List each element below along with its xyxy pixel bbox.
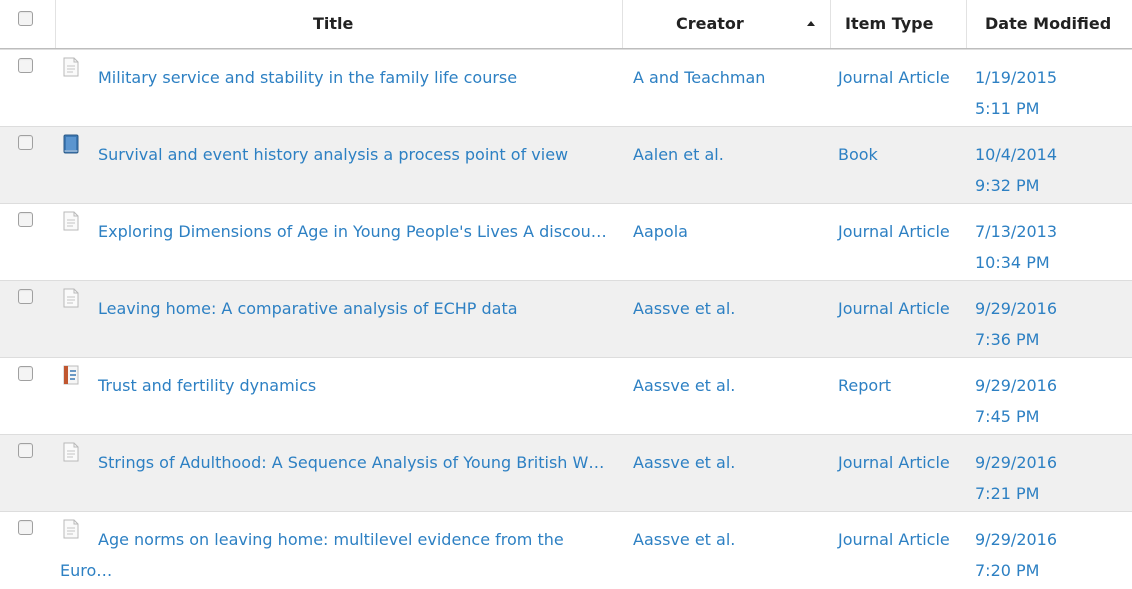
column-divider[interactable] [966,0,967,48]
item-type[interactable]: Journal Article [838,524,958,555]
sort-ascending-icon[interactable] [807,21,815,26]
column-header-date-modified[interactable]: Date Modified [985,0,1111,48]
table-row[interactable]: Trust and fertility dynamics Aassve et a… [0,357,1132,435]
row-checkbox[interactable] [18,366,33,381]
item-date-modified[interactable]: 1/19/2015 5:11 PM [975,62,1125,124]
item-date-modified[interactable]: 9/29/2016 7:36 PM [975,293,1125,355]
table-row[interactable]: Military service and stability in the fa… [0,49,1132,127]
row-checkbox[interactable] [18,443,33,458]
time-value: 7:21 PM [975,484,1040,503]
column-header-item-type[interactable]: Item Type [845,0,933,48]
item-creator[interactable]: Aapola [633,216,828,247]
time-value: 9:32 PM [975,176,1040,195]
item-title[interactable]: Leaving home: A comparative analysis of … [60,293,615,324]
item-title[interactable]: Age norms on leaving home: multilevel ev… [60,524,615,586]
item-type[interactable]: Journal Article [838,293,958,324]
item-type[interactable]: Journal Article [838,62,958,93]
item-date-modified[interactable]: 7/13/2013 10:34 PM [975,216,1125,278]
row-checkbox[interactable] [18,520,33,535]
date-value: 9/29/2016 [975,299,1058,318]
item-creator[interactable]: Aassve et al. [633,524,828,555]
time-value: 7:20 PM [975,561,1040,580]
table-row[interactable]: Exploring Dimensions of Age in Young Peo… [0,203,1132,281]
row-checkbox[interactable] [18,135,33,150]
item-creator[interactable]: Aassve et al. [633,370,828,401]
select-all-checkbox[interactable] [18,11,33,26]
item-title[interactable]: Survival and event history analysis a pr… [60,139,615,170]
row-checkbox[interactable] [18,289,33,304]
date-value: 7/13/2013 [975,222,1058,241]
item-creator[interactable]: Aassve et al. [633,293,828,324]
item-title[interactable]: Trust and fertility dynamics [60,370,615,401]
time-value: 5:11 PM [975,99,1040,118]
column-divider[interactable] [830,0,831,48]
item-title[interactable]: Military service and stability in the fa… [60,62,615,93]
time-value: 7:36 PM [975,330,1040,349]
table-row[interactable]: Strings of Adulthood: A Sequence Analysi… [0,434,1132,512]
item-type[interactable]: Book [838,139,958,170]
item-title[interactable]: Strings of Adulthood: A Sequence Analysi… [60,447,615,478]
item-date-modified[interactable]: 9/29/2016 7:20 PM [975,524,1125,586]
table-header: Title Creator Item Type Date Modified [0,0,1132,50]
column-header-creator[interactable]: Creator [676,0,744,48]
item-type[interactable]: Journal Article [838,447,958,478]
time-value: 10:34 PM [975,253,1050,272]
item-creator[interactable]: Aalen et al. [633,139,828,170]
item-type[interactable]: Journal Article [838,216,958,247]
time-value: 7:45 PM [975,407,1040,426]
item-title[interactable]: Exploring Dimensions of Age in Young Peo… [60,216,615,247]
column-header-title[interactable]: Title [313,0,353,48]
item-type[interactable]: Report [838,370,958,401]
date-value: 9/29/2016 [975,453,1058,472]
item-creator[interactable]: Aassve et al. [633,447,828,478]
table-row[interactable]: Survival and event history analysis a pr… [0,126,1132,204]
table-row[interactable]: Age norms on leaving home: multilevel ev… [0,511,1132,589]
item-date-modified[interactable]: 9/29/2016 7:45 PM [975,370,1125,432]
item-date-modified[interactable]: 9/29/2016 7:21 PM [975,447,1125,509]
table-row[interactable]: Leaving home: A comparative analysis of … [0,280,1132,358]
date-value: 9/29/2016 [975,376,1058,395]
item-creator[interactable]: A and Teachman [633,62,828,93]
date-value: 10/4/2014 [975,145,1058,164]
date-value: 1/19/2015 [975,68,1058,87]
row-checkbox[interactable] [18,58,33,73]
column-divider[interactable] [55,0,56,48]
column-divider[interactable] [622,0,623,48]
date-value: 9/29/2016 [975,530,1058,549]
item-date-modified[interactable]: 10/4/2014 9:32 PM [975,139,1125,201]
row-checkbox[interactable] [18,212,33,227]
